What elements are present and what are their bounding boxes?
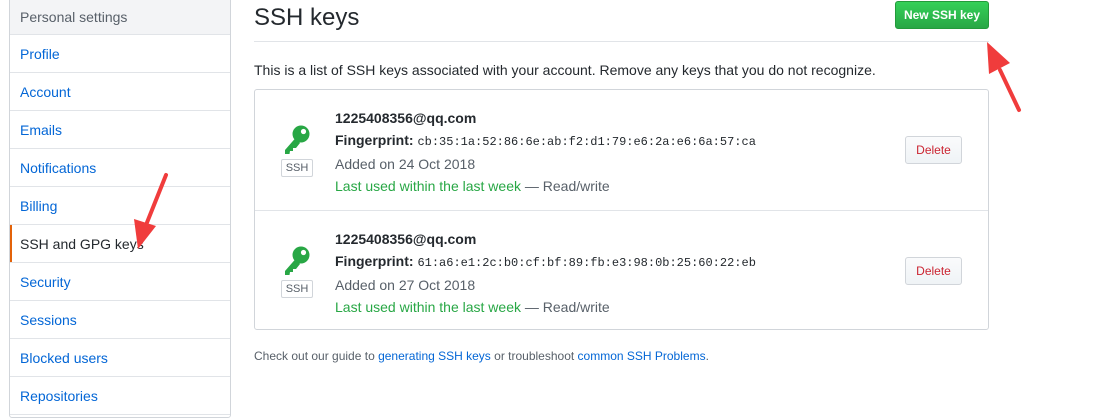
key-details: 1225408356@qq.com Fingerprint: 61:a6:e1:… xyxy=(335,228,756,318)
footer-suffix: . xyxy=(705,349,709,363)
fingerprint-label: Fingerprint: xyxy=(335,253,414,269)
access-level: — Read/write xyxy=(524,299,610,315)
last-used-text: Last used within the last week xyxy=(335,178,521,194)
sidebar-item-notifications[interactable]: Notifications xyxy=(10,149,230,187)
settings-sidebar: Personal settings Profile Account Emails… xyxy=(9,0,231,418)
last-used-line: Last used within the last week — Read/wr… xyxy=(335,175,756,197)
footer-prefix: Check out our guide to xyxy=(254,349,379,363)
footer-middle: or troubleshoot xyxy=(490,349,578,363)
ssh-badge: SSH xyxy=(281,159,313,177)
fingerprint-value: 61:a6:e1:2c:b0:cf:bf:89:fb:e3:98:0b:25:6… xyxy=(417,256,756,270)
new-ssh-key-button[interactable]: New SSH key xyxy=(895,1,989,29)
help-footer: Check out our guide to generating SSH ke… xyxy=(254,349,709,363)
last-used-text: Last used within the last week xyxy=(335,299,521,315)
ssh-badge: SSH xyxy=(281,280,313,298)
fingerprint-line: Fingerprint: 61:a6:e1:2c:b0:cf:bf:89:fb:… xyxy=(335,250,756,274)
sidebar-item-ssh-gpg-keys[interactable]: SSH and GPG keys xyxy=(10,225,230,263)
intro-text: This is a list of SSH keys associated wi… xyxy=(254,62,876,78)
delete-key-button[interactable]: Delete xyxy=(905,257,962,285)
sidebar-item-security[interactable]: Security xyxy=(10,263,230,301)
ssh-key-list: SSH 1225408356@qq.com Fingerprint: cb:35… xyxy=(254,89,989,330)
sidebar-item-account[interactable]: Account xyxy=(10,73,230,111)
sidebar-item-repositories[interactable]: Repositories xyxy=(10,377,230,415)
delete-key-button[interactable]: Delete xyxy=(905,136,962,164)
fingerprint-label: Fingerprint: xyxy=(335,132,414,148)
key-icon xyxy=(285,246,310,275)
generating-ssh-keys-link[interactable]: generating SSH keys xyxy=(378,349,491,363)
common-ssh-problems-link[interactable]: common SSH Problems xyxy=(578,349,706,363)
key-title: 1225408356@qq.com xyxy=(335,231,477,247)
ssh-key-row: SSH 1225408356@qq.com Fingerprint: cb:35… xyxy=(255,90,988,211)
fingerprint-line: Fingerprint: cb:35:1a:52:86:6e:ab:f2:d1:… xyxy=(335,129,756,153)
sidebar-item-blocked-users[interactable]: Blocked users xyxy=(10,339,230,377)
last-used-line: Last used within the last week — Read/wr… xyxy=(335,296,756,318)
header-divider xyxy=(254,41,989,42)
arrow-to-new-key-button xyxy=(987,42,1021,112)
access-level: — Read/write xyxy=(524,178,610,194)
fingerprint-value: cb:35:1a:52:86:6e:ab:f2:d1:79:e6:2a:e6:6… xyxy=(417,135,756,149)
sidebar-item-billing[interactable]: Billing xyxy=(10,187,230,225)
sidebar-item-emails[interactable]: Emails xyxy=(10,111,230,149)
key-title: 1225408356@qq.com xyxy=(335,110,477,126)
ssh-key-row: SSH 1225408356@qq.com Fingerprint: 61:a6… xyxy=(255,211,988,331)
added-date: Added on 24 Oct 2018 xyxy=(335,156,476,172)
sidebar-item-sessions[interactable]: Sessions xyxy=(10,301,230,339)
added-date: Added on 27 Oct 2018 xyxy=(335,277,476,293)
sidebar-heading: Personal settings xyxy=(10,0,230,35)
page-title: SSH keys xyxy=(254,4,360,31)
key-details: 1225408356@qq.com Fingerprint: cb:35:1a:… xyxy=(335,107,756,197)
key-icon xyxy=(285,125,310,154)
sidebar-item-profile[interactable]: Profile xyxy=(10,35,230,73)
